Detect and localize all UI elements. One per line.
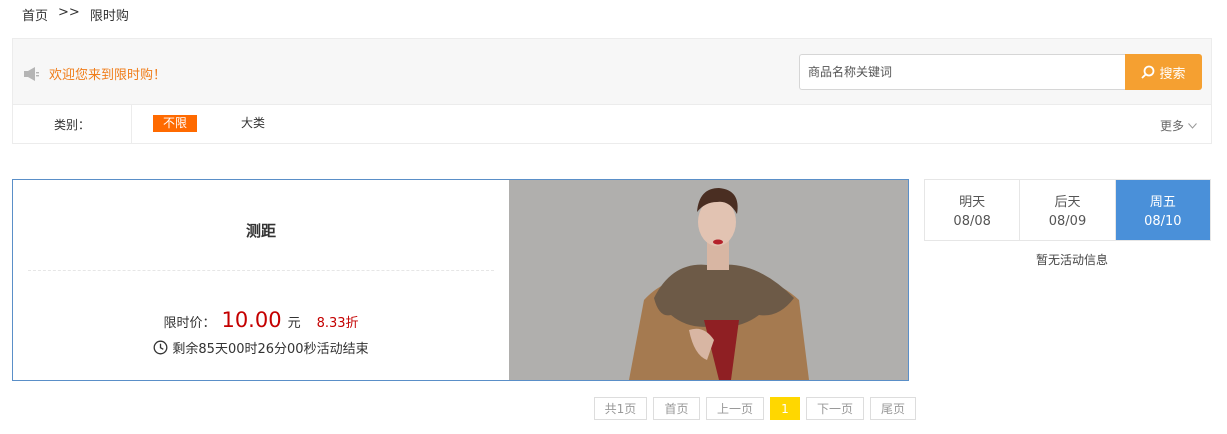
day-tabs: 明天 08/08 后天 08/09 周五 08/10: [924, 179, 1211, 241]
category-option-all[interactable]: 不限: [153, 115, 198, 132]
price-row: 限时价： 10.00 元 8.33折: [13, 308, 509, 332]
product-name[interactable]: 测距: [13, 220, 509, 241]
countdown: 剩余85天00时26分00秒活动结束: [13, 338, 509, 357]
more-label: 更多: [1159, 119, 1184, 133]
category-label: 类别：: [13, 105, 132, 143]
search-input[interactable]: [799, 54, 1127, 90]
day-tab-friday[interactable]: 周五 08/10: [1115, 180, 1210, 240]
welcome-text: 欢迎您来到限时购！: [49, 68, 167, 83]
day-name: 明天: [959, 195, 986, 210]
breadcrumb-current: 限时购: [89, 9, 129, 24]
day-name: 后天: [1054, 195, 1081, 210]
product-image[interactable]: [509, 180, 908, 380]
day-name: 周五: [1149, 195, 1176, 210]
breadcrumb-separator: >>: [58, 5, 80, 20]
welcome-notice: 欢迎您来到限时购！: [23, 64, 166, 83]
category-filter-bar: 类别： 不限 大类 更多: [12, 104, 1212, 144]
price-unit: 元: [287, 316, 301, 331]
discount: 8.33折: [316, 316, 359, 331]
clock-icon: [153, 340, 168, 355]
day-date: 08/08: [953, 214, 991, 229]
day-tab-after-tomorrow[interactable]: 后天 08/09: [1020, 180, 1116, 240]
breadcrumb: 首页 >> 限时购: [22, 5, 129, 24]
day-tab-tomorrow[interactable]: 明天 08/08: [925, 180, 1021, 240]
more-categories-button[interactable]: 更多: [1160, 117, 1197, 134]
page-last-button[interactable]: 尾页: [870, 397, 916, 420]
top-bar: 欢迎您来到限时购！ 搜索: [12, 38, 1212, 104]
price-value: 10.00: [221, 308, 282, 332]
search-icon: [1141, 65, 1155, 79]
divider: [28, 270, 494, 271]
no-activity-message: 暂无活动信息: [1035, 253, 1108, 267]
breadcrumb-home[interactable]: 首页: [22, 5, 48, 24]
price-label: 限时价：: [163, 316, 216, 331]
day-date: 08/10: [1144, 214, 1182, 229]
search-button-label: 搜索: [1159, 66, 1186, 82]
chevron-down-icon: [1188, 122, 1197, 129]
product-info: 测距 限时价： 10.00 元 8.33折 剩余85天00时26分00秒活动结束: [13, 180, 509, 380]
page-prev-button[interactable]: 上一页: [706, 397, 764, 420]
page-current[interactable]: 1: [770, 397, 800, 420]
page-next-button[interactable]: 下一页: [806, 397, 864, 420]
day-date: 08/09: [1048, 214, 1087, 229]
page-first-button[interactable]: 首页: [653, 397, 700, 420]
search-button[interactable]: 搜索: [1125, 54, 1202, 90]
product-card[interactable]: 测距 限时价： 10.00 元 8.33折 剩余85天00时26分00秒活动结束: [12, 179, 909, 381]
countdown-text: 剩余85天00时26分00秒活动结束: [172, 342, 369, 357]
page-total: 共1页: [594, 397, 647, 420]
model-photo: [509, 180, 908, 380]
category-option-major[interactable]: 大类: [241, 115, 265, 132]
megaphone-icon: [24, 66, 39, 81]
pagination: 共1页 首页 上一页 1 下一页 尾页: [594, 397, 916, 420]
